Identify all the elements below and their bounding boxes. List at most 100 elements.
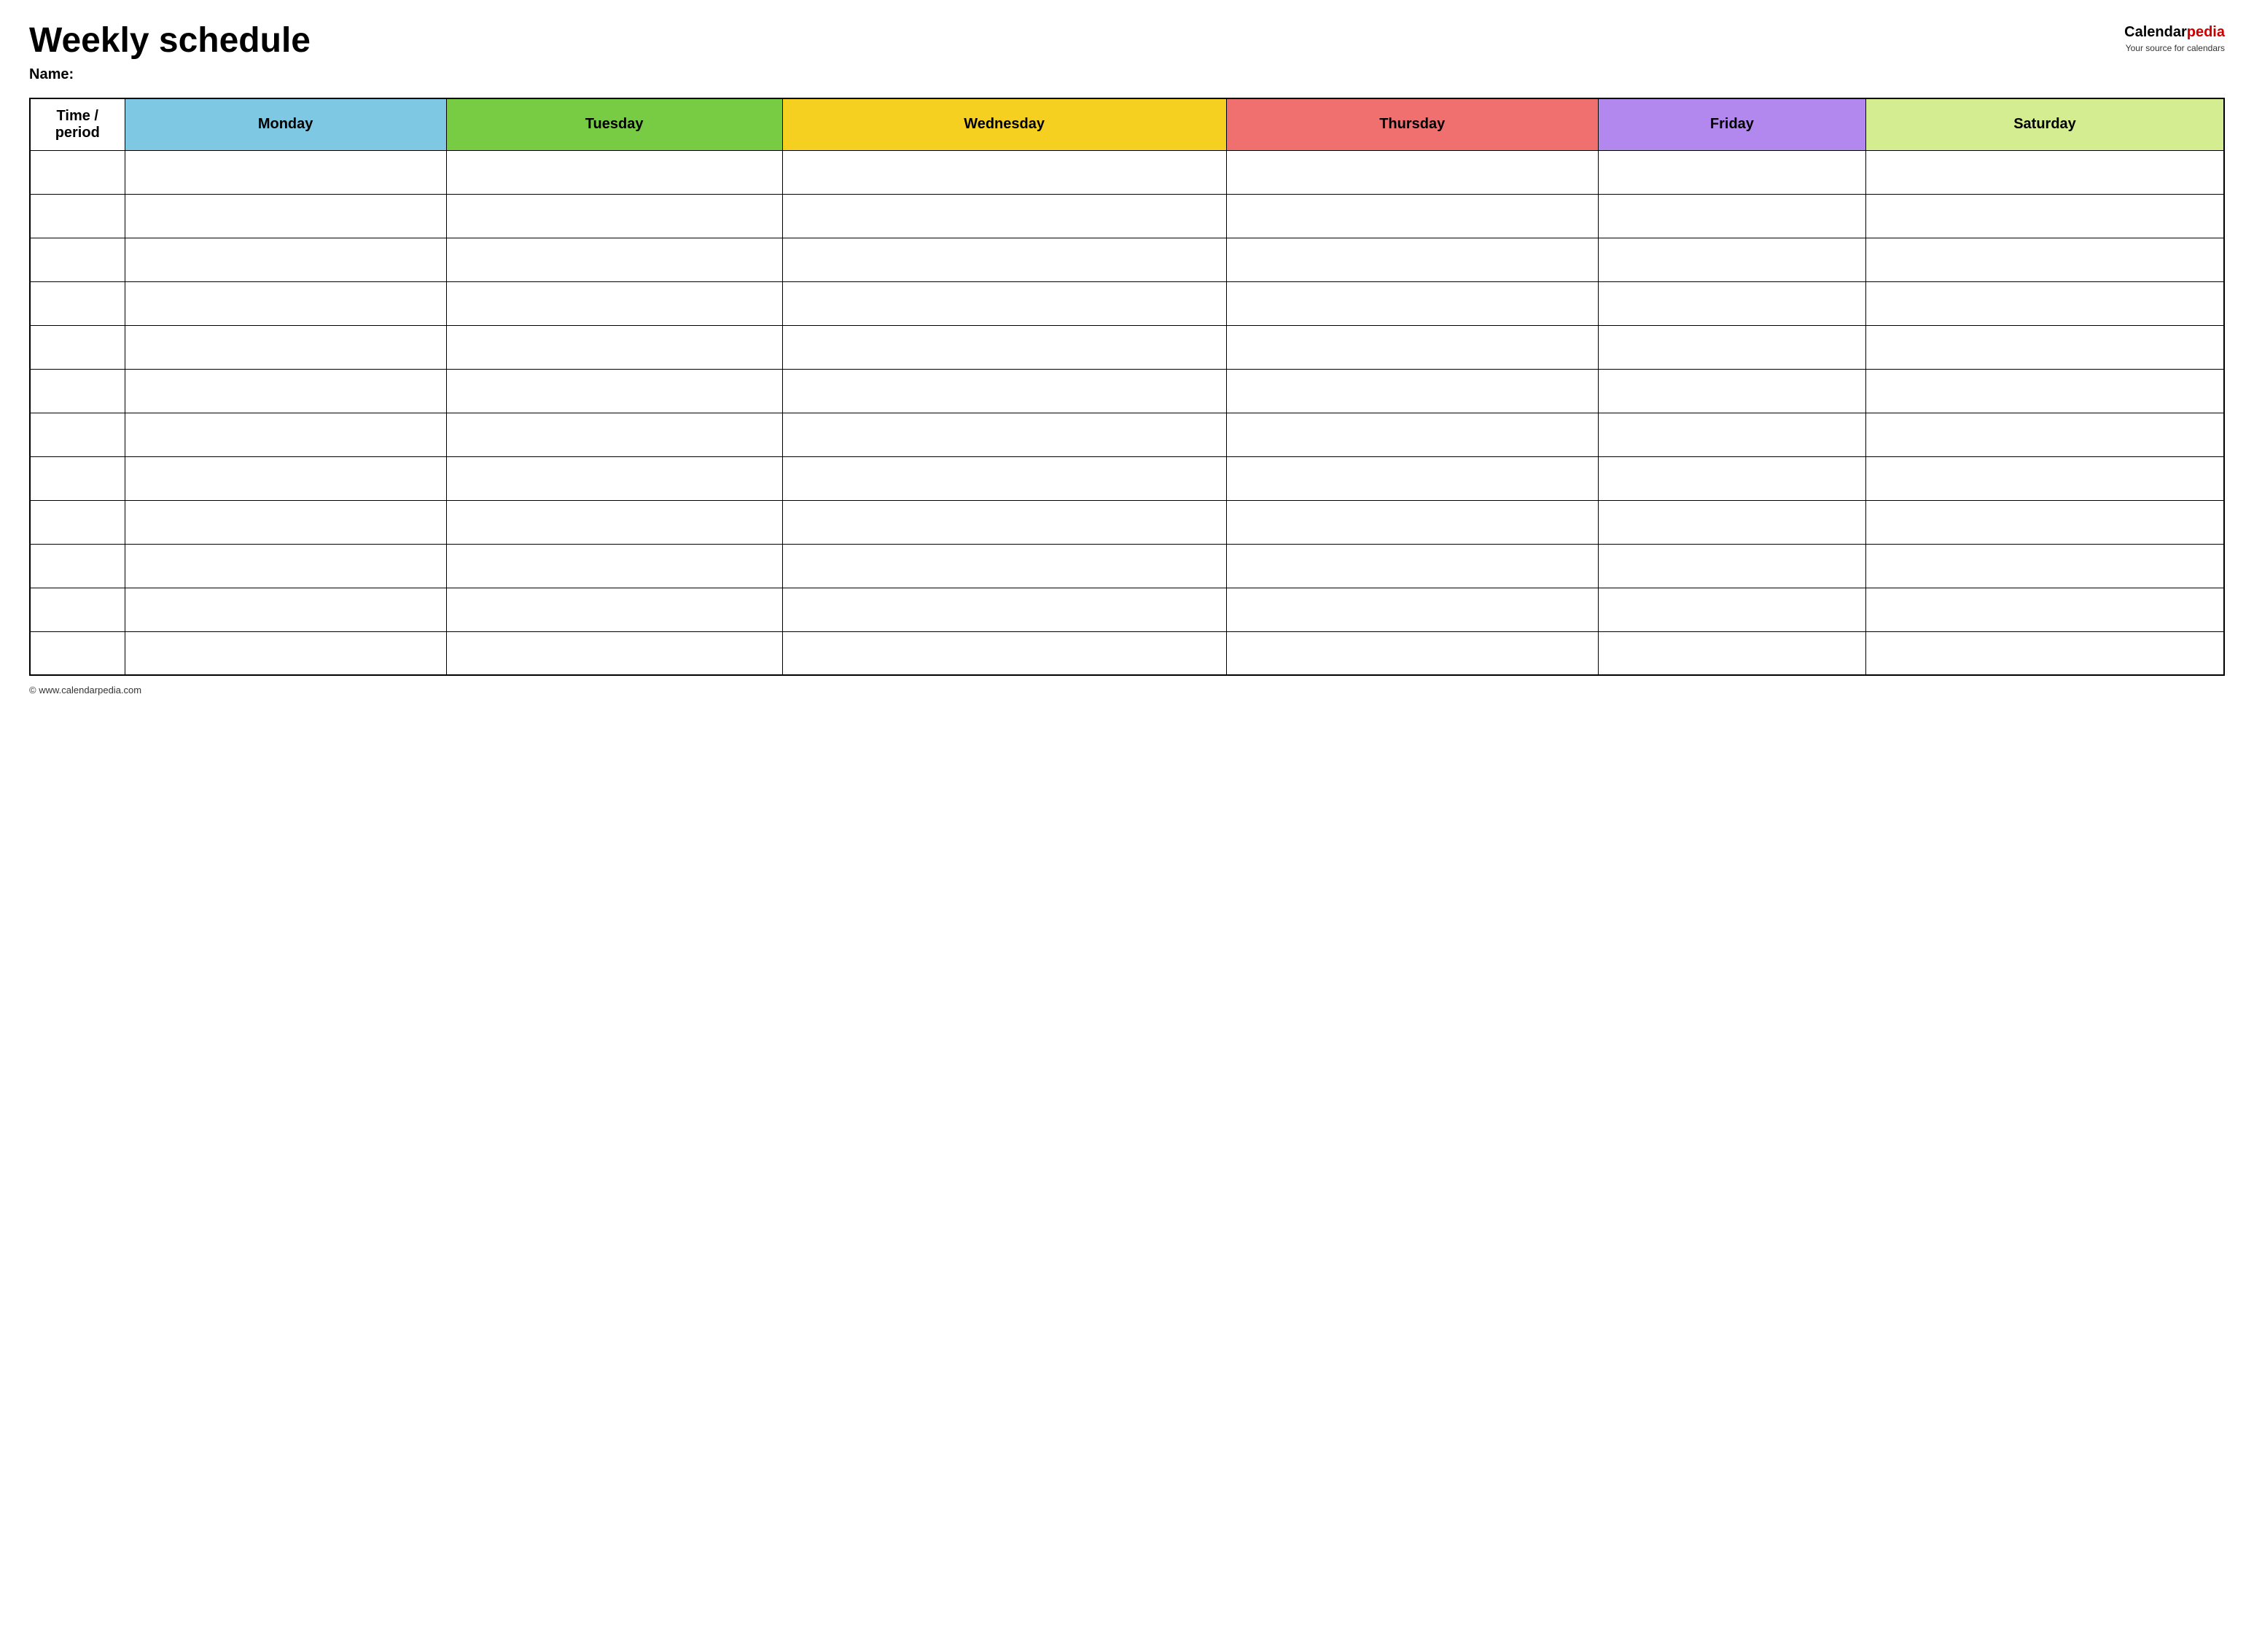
time-cell	[30, 238, 125, 281]
col-header-tuesday: Tuesday	[446, 98, 782, 151]
schedule-cell[interactable]	[1226, 325, 1598, 369]
schedule-cell[interactable]	[1866, 456, 2224, 500]
title-section: Weekly schedule Name:	[29, 22, 2124, 83]
schedule-cell[interactable]	[125, 544, 446, 588]
schedule-cell[interactable]	[1866, 631, 2224, 675]
schedule-cell[interactable]	[446, 500, 782, 544]
schedule-cell[interactable]	[1598, 413, 1865, 456]
schedule-cell[interactable]	[1866, 369, 2224, 413]
schedule-cell[interactable]	[125, 325, 446, 369]
schedule-cell[interactable]	[446, 194, 782, 238]
schedule-cell[interactable]	[1866, 325, 2224, 369]
table-header-row: Time / period Monday Tuesday Wednesday T…	[30, 98, 2224, 151]
schedule-cell[interactable]	[446, 238, 782, 281]
schedule-cell[interactable]	[782, 500, 1226, 544]
schedule-cell[interactable]	[782, 369, 1226, 413]
logo-brand-part1: Calendar	[2124, 24, 2187, 40]
table-row	[30, 588, 2224, 631]
time-cell	[30, 150, 125, 194]
schedule-cell[interactable]	[1598, 369, 1865, 413]
schedule-cell[interactable]	[1226, 238, 1598, 281]
schedule-cell[interactable]	[1866, 413, 2224, 456]
schedule-cell[interactable]	[446, 456, 782, 500]
col-header-time: Time / period	[30, 98, 125, 151]
schedule-cell[interactable]	[125, 238, 446, 281]
col-header-thursday: Thursday	[1226, 98, 1598, 151]
schedule-cell[interactable]	[1226, 150, 1598, 194]
schedule-cell[interactable]	[125, 369, 446, 413]
schedule-cell[interactable]	[1866, 194, 2224, 238]
schedule-cell[interactable]	[1598, 238, 1865, 281]
footer-url: © www.calendarpedia.com	[29, 685, 141, 696]
schedule-cell[interactable]	[1866, 238, 2224, 281]
col-header-friday: Friday	[1598, 98, 1865, 151]
schedule-cell[interactable]	[1226, 500, 1598, 544]
schedule-cell[interactable]	[446, 369, 782, 413]
schedule-cell[interactable]	[1598, 588, 1865, 631]
time-cell	[30, 194, 125, 238]
schedule-cell[interactable]	[782, 631, 1226, 675]
schedule-cell[interactable]	[1598, 325, 1865, 369]
col-header-monday: Monday	[125, 98, 446, 151]
time-cell	[30, 588, 125, 631]
schedule-cell[interactable]	[446, 588, 782, 631]
name-label: Name:	[29, 66, 2124, 83]
schedule-cell[interactable]	[125, 631, 446, 675]
schedule-cell[interactable]	[1866, 281, 2224, 325]
schedule-cell[interactable]	[1598, 194, 1865, 238]
schedule-cell[interactable]	[446, 413, 782, 456]
schedule-cell[interactable]	[125, 413, 446, 456]
schedule-cell[interactable]	[1598, 631, 1865, 675]
schedule-cell[interactable]	[1598, 544, 1865, 588]
time-cell	[30, 500, 125, 544]
schedule-cell[interactable]	[782, 544, 1226, 588]
logo-brand: Calendarpedia	[2124, 22, 2225, 42]
table-row	[30, 194, 2224, 238]
schedule-cell[interactable]	[782, 150, 1226, 194]
schedule-cell[interactable]	[125, 281, 446, 325]
schedule-cell[interactable]	[1226, 369, 1598, 413]
schedule-cell[interactable]	[1226, 588, 1598, 631]
schedule-cell[interactable]	[446, 150, 782, 194]
schedule-cell[interactable]	[1226, 544, 1598, 588]
schedule-cell[interactable]	[1598, 281, 1865, 325]
schedule-cell[interactable]	[782, 325, 1226, 369]
logo-tagline: Your source for calendars	[2124, 42, 2225, 55]
schedule-cell[interactable]	[125, 150, 446, 194]
schedule-cell[interactable]	[782, 413, 1226, 456]
schedule-cell[interactable]	[1226, 194, 1598, 238]
schedule-cell[interactable]	[125, 500, 446, 544]
schedule-cell[interactable]	[125, 588, 446, 631]
schedule-cell[interactable]	[125, 194, 446, 238]
schedule-cell[interactable]	[446, 325, 782, 369]
time-cell	[30, 631, 125, 675]
schedule-cell[interactable]	[1598, 500, 1865, 544]
schedule-cell[interactable]	[1226, 281, 1598, 325]
schedule-cell[interactable]	[446, 544, 782, 588]
table-row	[30, 369, 2224, 413]
schedule-cell[interactable]	[446, 631, 782, 675]
schedule-cell[interactable]	[782, 238, 1226, 281]
schedule-cell[interactable]	[1598, 150, 1865, 194]
footer: © www.calendarpedia.com	[29, 685, 2225, 696]
schedule-cell[interactable]	[1866, 588, 2224, 631]
schedule-cell[interactable]	[1866, 150, 2224, 194]
schedule-cell[interactable]	[782, 588, 1226, 631]
schedule-cell[interactable]	[782, 194, 1226, 238]
table-row	[30, 325, 2224, 369]
schedule-cell[interactable]	[1226, 631, 1598, 675]
table-row	[30, 456, 2224, 500]
logo-section: Calendarpedia Your source for calendars	[2124, 22, 2225, 55]
schedule-cell[interactable]	[1866, 544, 2224, 588]
schedule-cell[interactable]	[446, 281, 782, 325]
schedule-cell[interactable]	[782, 281, 1226, 325]
schedule-cell[interactable]	[1226, 456, 1598, 500]
schedule-cell[interactable]	[1866, 500, 2224, 544]
schedule-cell[interactable]	[1598, 456, 1865, 500]
table-row	[30, 150, 2224, 194]
schedule-cell[interactable]	[1226, 413, 1598, 456]
schedule-cell[interactable]	[782, 456, 1226, 500]
time-cell	[30, 281, 125, 325]
page-title: Weekly schedule	[29, 22, 2124, 61]
schedule-cell[interactable]	[125, 456, 446, 500]
